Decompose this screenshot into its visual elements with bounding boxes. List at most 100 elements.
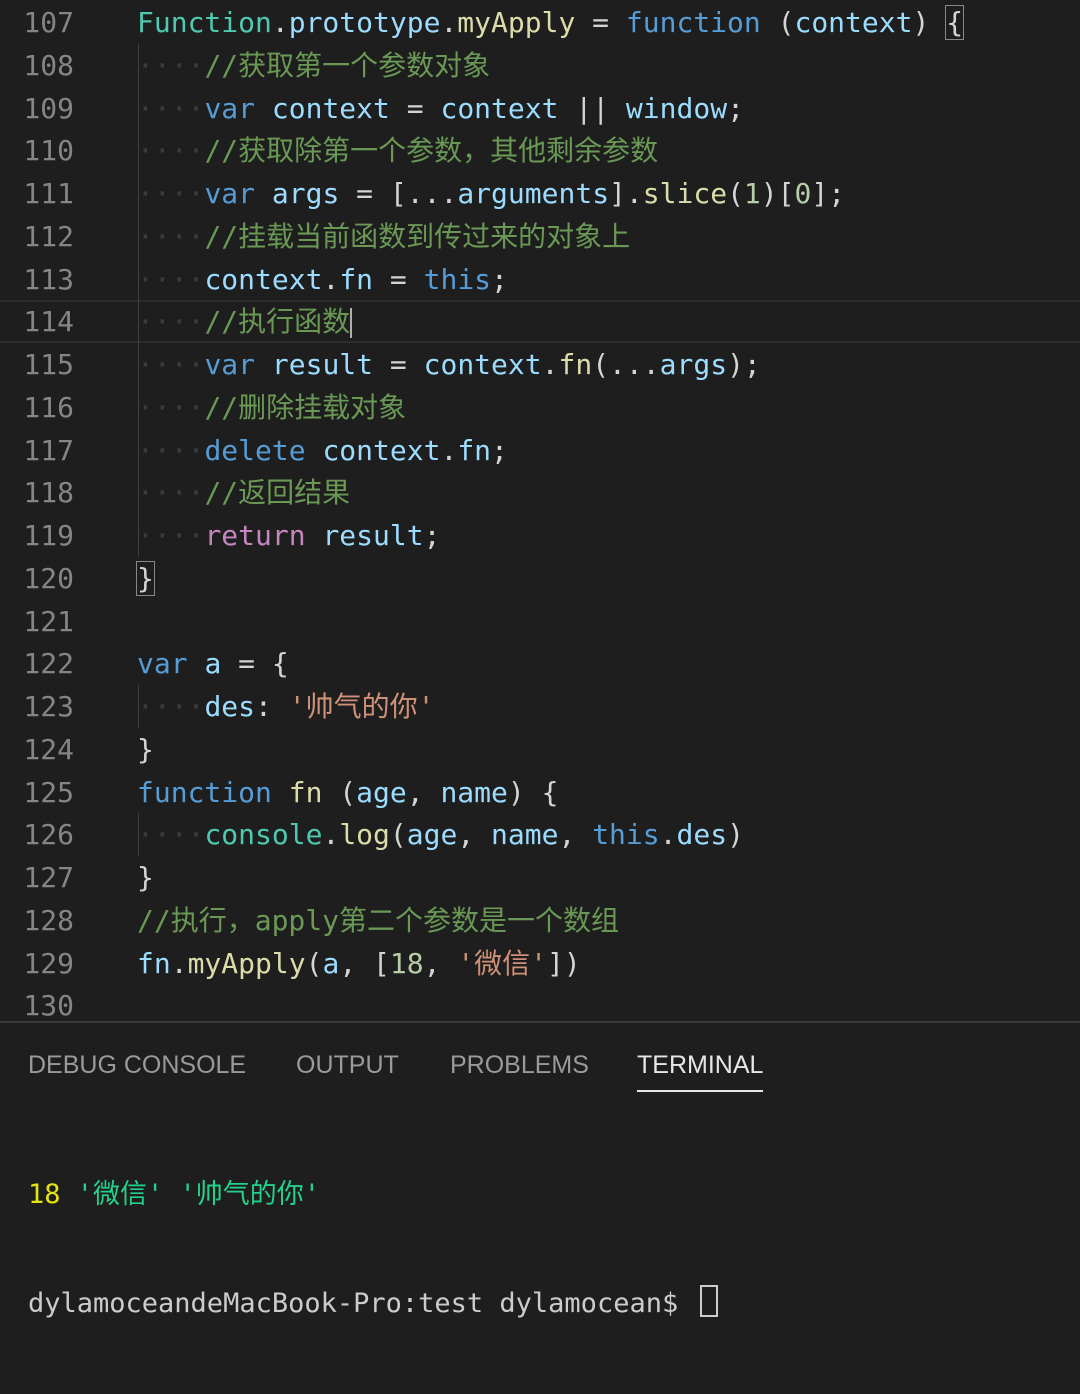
code-token: . [659, 818, 677, 852]
code-token: age [356, 775, 407, 809]
code-content: ····//执行函数 [137, 300, 353, 343]
code-token: . [271, 6, 289, 39]
code-token: log [339, 818, 390, 852]
code-token: ( [389, 818, 407, 852]
code-content: } [137, 856, 154, 899]
code-token: arguments [457, 177, 610, 210]
code-token: var [204, 91, 256, 125]
tab-output[interactable]: OUTPUT [296, 1051, 399, 1080]
code-token: ; [491, 433, 508, 467]
code-line[interactable]: 112 ····//挂载当前函数到传过来的对象上 [0, 215, 1080, 258]
indent-whitespace: ···· [137, 690, 205, 723]
code-token: //删除挂载对象 [204, 390, 407, 424]
line-number: 128 [23, 903, 74, 937]
code-token: name [491, 818, 559, 852]
code-line[interactable]: 113 ····context.fn = this; [0, 258, 1080, 301]
code-token: = [... [339, 177, 458, 210]
code-line[interactable]: 130 [0, 984, 1080, 1021]
code-line[interactable]: 118 ····//返回结果 [0, 471, 1080, 514]
code-token: des [676, 818, 728, 852]
code-line[interactable]: 110 ····//获取除第一个参数，其他剩余参数 [0, 129, 1080, 172]
code-token: = [389, 91, 441, 125]
code-token: , [ [339, 946, 390, 980]
code-content: } [137, 728, 154, 771]
code-line[interactable]: 121 [0, 600, 1080, 643]
code-token: . [440, 433, 458, 467]
code-line[interactable]: 129 fn.myApply(a, [18, '微信']) [0, 942, 1080, 985]
code-line[interactable]: 122 var a = { [0, 642, 1080, 685]
code-line[interactable]: 117 ····delete context.fn; [0, 429, 1080, 472]
code-content: //执行，apply第二个参数是一个数组 [137, 899, 619, 942]
code-token: ( [305, 946, 323, 980]
terminal-output[interactable]: 18 '微信' '帅气的你' dylamoceandeMacBook-Pro:t… [28, 1105, 719, 1394]
line-number: 127 [23, 861, 74, 894]
code-line[interactable]: 128 //执行，apply第二个参数是一个数组 [0, 899, 1080, 942]
code-line[interactable]: 127} [0, 856, 1080, 899]
line-number: 123 [23, 690, 74, 723]
code-line[interactable]: 107 Function.prototype.myApply = function… [0, 1, 1080, 44]
code-content: ····var args = [...arguments].slice(1)[0… [137, 172, 845, 215]
code-token: = [575, 6, 626, 39]
code-line[interactable]: 120} [0, 557, 1080, 600]
line-number: 111 [23, 177, 74, 210]
code-token: this [423, 262, 492, 296]
code-line[interactable]: 114 ····//执行函数 [0, 300, 1080, 343]
code-content: ····des: '帅气的你' [137, 685, 434, 728]
tab-terminal[interactable]: TERMINAL [637, 1051, 764, 1092]
code-content: ····delete context.fn; [137, 429, 508, 472]
code-token: context [322, 433, 441, 467]
code-line[interactable]: 124} [0, 728, 1080, 771]
code-line[interactable]: 119 ····return result; [0, 514, 1080, 557]
code-line[interactable]: 126 ····console.log(age, name, this.des) [0, 813, 1080, 856]
code-line[interactable]: 116 ····//删除挂载对象 [0, 386, 1080, 429]
code-token: //获取除第一个参数，其他剩余参数 [204, 134, 659, 168]
code-content: ····//获取除第一个参数，其他剩余参数 [137, 129, 658, 172]
indent-whitespace: ···· [137, 177, 205, 210]
tab-debug-console[interactable]: DEBUG CONSOLE [28, 1051, 246, 1080]
code-token: console [204, 818, 323, 852]
code-token: ( [727, 177, 744, 210]
line-number: 129 [23, 946, 74, 980]
line-number: 114 [23, 305, 74, 339]
code-token: //返回结果 [204, 476, 351, 510]
code-token: } [137, 732, 154, 766]
code-token: //执行，apply第二个参数是一个数组 [137, 903, 620, 937]
code-token: fn [457, 433, 492, 467]
matched-bracket: } [136, 560, 155, 596]
code-token: = { [221, 647, 289, 681]
code-line[interactable]: 109 ····var context = context || window; [0, 87, 1080, 130]
code-token: ); [727, 348, 761, 381]
code-token: '微信' [457, 946, 548, 980]
indent-whitespace: ···· [137, 433, 205, 467]
code-token: 0 [794, 177, 812, 210]
code-token: a [322, 946, 340, 980]
tab-problems[interactable]: PROBLEMS [450, 1051, 589, 1080]
code-token: this [592, 818, 660, 852]
indent-guide [138, 685, 139, 728]
code-token: . [322, 262, 340, 296]
code-line[interactable]: 111 ····var args = [...arguments].slice(1… [0, 172, 1080, 215]
code-token: . [170, 946, 188, 980]
terminal-prompt-line[interactable]: dylamoceandeMacBook-Pro:test dylamocean$ [28, 1285, 719, 1322]
indent-guide [138, 43, 139, 557]
code-line[interactable]: 123 ····des: '帅气的你' [0, 685, 1080, 728]
code-line[interactable]: 108 ····//获取第一个参数对象 [0, 44, 1080, 87]
terminal-output-strings: '微信' '帅气的你' [60, 1179, 321, 1210]
code-line[interactable]: 125 function fn (age, name) { [0, 771, 1080, 814]
terminal-cursor [700, 1285, 719, 1317]
code-token: ]. [609, 177, 643, 210]
code-token: ; [423, 519, 441, 552]
code-token: . [541, 348, 559, 381]
code-token: age [406, 818, 458, 852]
code-token: ]; [811, 177, 846, 210]
code-token: ; [491, 262, 508, 296]
code-content: ····var result = context.fn(...args); [137, 343, 761, 386]
code-content: } [136, 557, 155, 600]
code-editor[interactable]: 107 Function.prototype.myApply = function… [0, 0, 1080, 1021]
code-token: , [558, 818, 593, 852]
line-number: 107 [23, 6, 74, 39]
code-line[interactable]: 115 ····var result = context.fn(...args); [0, 343, 1080, 386]
